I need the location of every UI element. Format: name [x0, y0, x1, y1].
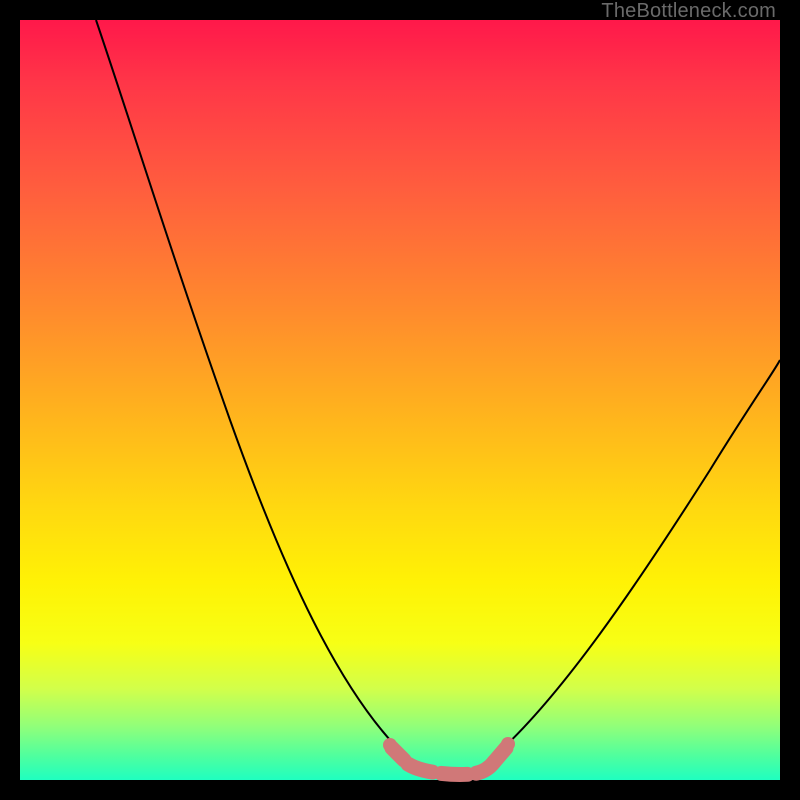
curve-layer — [20, 20, 780, 780]
flat-bottom-highlight — [383, 737, 515, 775]
plot-area — [20, 20, 780, 780]
left-branch-curve — [96, 20, 415, 765]
chart-frame: TheBottleneck.com — [0, 0, 800, 800]
right-branch-curve — [490, 360, 780, 760]
